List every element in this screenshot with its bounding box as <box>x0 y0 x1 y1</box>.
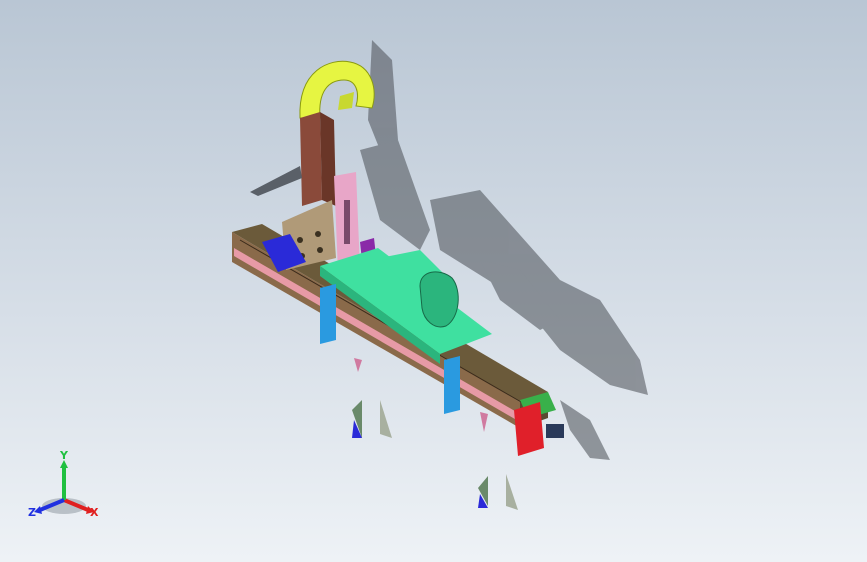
cyan-post-left[interactable] <box>320 284 336 344</box>
3d-model-view[interactable] <box>0 0 867 562</box>
servo-motor[interactable] <box>514 392 564 456</box>
graphics-viewport[interactable]: X Y Z <box>0 0 867 562</box>
column-side <box>320 112 336 206</box>
carriage-roller <box>419 271 459 328</box>
z-axis-label: Z <box>28 506 36 519</box>
cyan-post-right[interactable] <box>444 356 460 414</box>
view-orientation-triad[interactable]: X Y Z <box>26 448 106 528</box>
hook-tip <box>338 92 354 110</box>
hook-arc <box>299 60 375 119</box>
cable-hook[interactable] <box>299 60 375 119</box>
motor-red-body <box>514 402 544 456</box>
y-axis-label: Y <box>59 449 69 462</box>
column-front <box>300 112 322 206</box>
bracket-arm <box>250 166 302 196</box>
vertical-column[interactable] <box>250 112 336 206</box>
x-axis-label: X <box>90 506 99 519</box>
